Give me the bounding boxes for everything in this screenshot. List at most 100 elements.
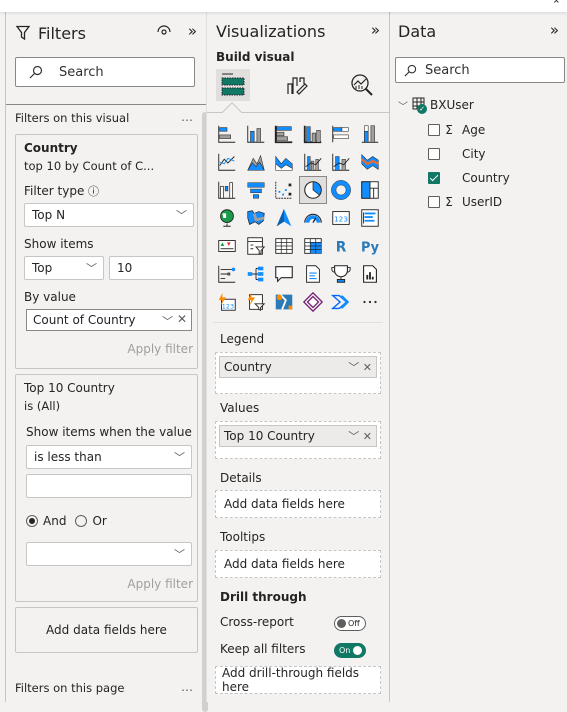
donut-chart-icon[interactable] (327, 176, 356, 204)
100-stacked-bar-chart-icon[interactable] (327, 120, 356, 148)
stacked-column-chart-icon[interactable] (242, 120, 271, 148)
field-item[interactable]: City (428, 147, 486, 161)
qa-icon[interactable] (270, 260, 299, 288)
100-stacked-column-chart-icon[interactable] (356, 120, 385, 148)
filled-map-icon[interactable] (242, 204, 271, 232)
keep-all-filters-toggle[interactable]: On (334, 643, 366, 658)
field-item[interactable]: Σ UserID (428, 195, 502, 209)
field-checkbox[interactable] (428, 172, 440, 184)
values-well[interactable]: Top 10 Country ﹀ ✕ (215, 421, 381, 459)
power-apps-card-icon[interactable]: 123 (213, 288, 242, 316)
drill-through-well[interactable]: Add drill-through fields here (215, 666, 381, 694)
line-clustered-column-chart-icon[interactable] (299, 148, 328, 176)
funnel-chart-icon[interactable] (242, 176, 271, 204)
table-node-bxuser[interactable]: ﹀ ✓ BXUser (398, 97, 474, 114)
chevron-down-icon[interactable]: ﹀ (162, 313, 173, 329)
values-field-pill[interactable]: Top 10 Country ﹀ ✕ (219, 425, 377, 447)
show-items-direction-dropdown[interactable]: Top ﹀ (24, 256, 104, 280)
info-icon[interactable]: ⓘ (88, 183, 99, 199)
scatter-chart-icon[interactable] (270, 176, 299, 204)
svg-text:123: 123 (222, 302, 234, 310)
chevron-down-icon[interactable]: ﹀ (398, 98, 408, 113)
table-icon[interactable] (270, 232, 299, 260)
more-visuals-icon[interactable] (356, 288, 385, 316)
details-well[interactable]: Add data fields here (215, 490, 381, 518)
power-automate-icon[interactable] (327, 288, 356, 316)
by-value-field[interactable]: Count of Country ﹀ ✕ (26, 309, 192, 331)
field-item[interactable]: Country (428, 171, 510, 185)
chevron-down-icon[interactable]: ﹀ (348, 361, 359, 374)
stacked-area-chart-icon[interactable] (270, 148, 299, 176)
field-item[interactable]: Σ Age (428, 123, 485, 137)
smart-narrative-icon[interactable] (299, 260, 328, 288)
collapse-filters-icon[interactable]: » (188, 22, 197, 40)
field-name: Country (462, 171, 510, 185)
line-chart-icon[interactable] (213, 148, 242, 176)
field-checkbox[interactable] (428, 196, 440, 208)
field-checkbox[interactable] (428, 124, 440, 136)
condition-dropdown[interactable]: is less than ﹀ (26, 445, 192, 469)
metrics-icon[interactable] (327, 260, 356, 288)
clustered-bar-chart-icon[interactable] (270, 120, 299, 148)
field-checkbox[interactable] (428, 148, 440, 160)
filter-card-top10-country[interactable]: Top 10 Country is (All) Show items when … (15, 374, 198, 602)
analytics-tab[interactable] (345, 69, 379, 101)
remove-field-icon[interactable]: ✕ (363, 361, 372, 374)
r-visual-icon[interactable]: R (327, 232, 356, 260)
ribbon-chart-icon[interactable] (356, 148, 385, 176)
treemap-icon[interactable] (356, 176, 385, 204)
stacked-bar-chart-icon[interactable] (213, 120, 242, 148)
more-options-icon[interactable]: … (181, 680, 194, 694)
card-icon[interactable]: 123 (327, 204, 356, 232)
eye-icon[interactable] (157, 24, 171, 39)
filter-card-country[interactable]: Country top 10 by Count of C... Filter t… (15, 134, 198, 369)
slicer-icon[interactable] (242, 232, 271, 260)
condition-value-input[interactable] (26, 474, 192, 498)
python-visual-icon[interactable]: Py (356, 232, 385, 260)
matrix-icon[interactable] (299, 232, 328, 260)
legend-field-pill[interactable]: Country ﹀ ✕ (219, 356, 377, 378)
map-icon[interactable] (213, 204, 242, 232)
key-influencers-icon[interactable] (213, 260, 242, 288)
format-visual-tab[interactable] (280, 69, 314, 101)
kpi-icon[interactable] (213, 232, 242, 260)
data-search-input[interactable]: Search (395, 57, 565, 83)
line-stacked-column-chart-icon[interactable] (327, 148, 356, 176)
apply-filter-button[interactable]: Apply filter (127, 342, 193, 356)
filter-type-dropdown[interactable]: Top N ﹀ (24, 203, 194, 227)
chevron-down-icon[interactable]: ﹀ (348, 430, 359, 443)
azure-map-icon[interactable] (270, 204, 299, 232)
show-items-count-input[interactable]: 10 (109, 256, 194, 280)
pie-chart-icon[interactable] (298, 176, 327, 204)
collapse-data-icon[interactable]: » (550, 21, 559, 39)
remove-field-icon[interactable]: ✕ (363, 430, 372, 443)
area-chart-icon[interactable] (242, 148, 271, 176)
cross-report-toggle[interactable]: Off (334, 616, 366, 631)
collapse-visualizations-icon[interactable]: » (371, 21, 380, 39)
and-radio[interactable] (26, 515, 38, 527)
paginated-report-icon[interactable] (356, 260, 385, 288)
clustered-column-chart-icon[interactable] (299, 120, 328, 148)
field-name: Age (462, 123, 486, 137)
decomposition-tree-icon[interactable] (242, 260, 271, 288)
more-options-icon[interactable]: … (181, 110, 194, 124)
apply-filter-button[interactable]: Apply filter (127, 577, 193, 591)
waterfall-chart-icon[interactable] (213, 176, 242, 204)
power-apps-slicer-icon[interactable] (242, 288, 271, 316)
add-data-fields-dropzone[interactable]: Add data fields here (15, 607, 198, 653)
filters-search-input[interactable]: Search (15, 57, 195, 87)
tooltips-well[interactable]: Add data fields here (215, 550, 381, 578)
sigma-icon: Σ (445, 195, 453, 209)
filters-title: Filters (38, 23, 86, 43)
build-visual-tab[interactable] (216, 69, 250, 101)
condition2-dropdown[interactable]: ﹀ (26, 542, 192, 566)
collapse-ribbon-icon[interactable]: ⌃ (552, 0, 561, 11)
multi-row-card-icon[interactable] (356, 204, 385, 232)
gauge-icon[interactable] (299, 204, 328, 232)
legend-well[interactable]: Country ﹀ ✕ (215, 352, 381, 394)
or-radio[interactable] (75, 515, 88, 527)
power-apps-icon[interactable] (299, 288, 328, 316)
remove-field-icon[interactable]: ✕ (177, 312, 187, 326)
visual-type-gallery: 123 R Py 123 (213, 120, 387, 316)
arcgis-map-icon[interactable] (270, 288, 299, 316)
